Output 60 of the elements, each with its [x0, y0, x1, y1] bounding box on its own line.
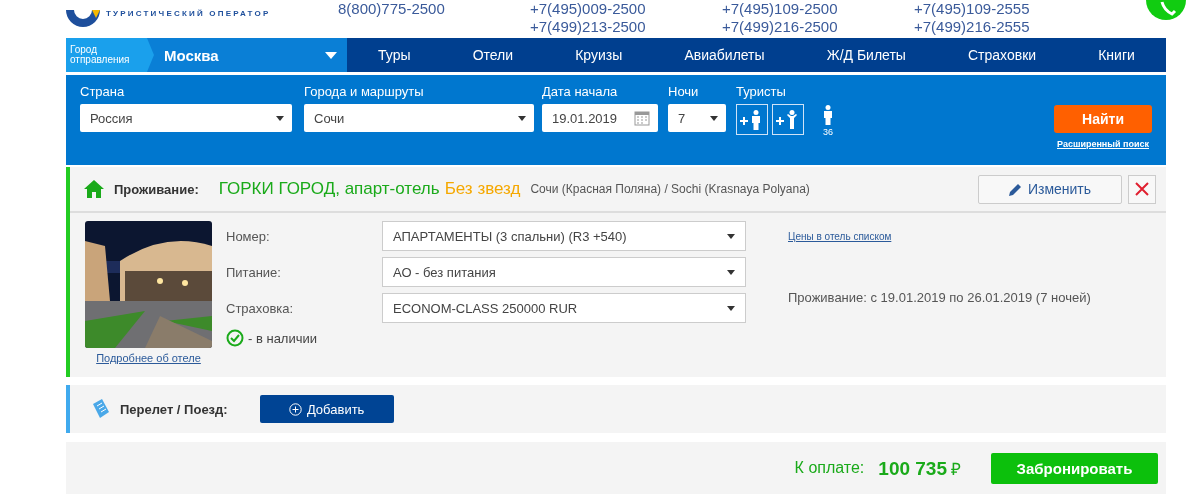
price-list-link[interactable]: Цены в отель списком: [788, 231, 1120, 242]
phone-number: +7(495)109-2500: [722, 0, 839, 18]
availability-text: - в наличии: [248, 330, 317, 346]
country-select[interactable]: Россия: [80, 104, 292, 132]
phone-number: +7(495)009-2500: [530, 0, 647, 18]
nav-tab[interactable]: Авиабилеты: [672, 38, 777, 72]
field-label: Номер:: [226, 228, 271, 244]
field-label: Дата начала: [542, 84, 619, 100]
nav-tab[interactable]: Страховки: [956, 38, 1049, 72]
option-select[interactable]: ECONOM-CLASS 250000 RUR: [382, 293, 746, 323]
city-select[interactable]: Сочи: [304, 104, 534, 132]
date-field[interactable]: 19.01.2019: [542, 104, 658, 132]
nights-select[interactable]: 7: [668, 104, 726, 132]
hotel-details-link[interactable]: Подробнее об отеле: [96, 352, 201, 364]
nav-tab[interactable]: Ж/Д Билеты: [814, 38, 918, 72]
nav-tab[interactable]: Круизы: [563, 38, 635, 72]
total-label: К оплате:: [794, 459, 865, 477]
phone-number: +7(499)213-2500: [530, 18, 647, 36]
hotel-name: ГОРКИ ГОРОД, апарт-отель: [218, 179, 440, 199]
hotel-category: Без звезд: [444, 179, 521, 199]
logo-tagline: ТУРИСТИЧЕСКИЙ ОПЕРАТОР: [106, 9, 271, 20]
hotel-location: Сочи (Красная Поляна) / Sochi (Krasnaya Polyana): [530, 182, 810, 196]
option-select[interactable]: АО - без питания: [382, 257, 746, 287]
check-circle-icon: [226, 329, 244, 347]
stay-dates: Проживание: с 19.01.2019 по 26.01.2019 (7 ночей): [788, 290, 1092, 305]
add-child-button[interactable]: [772, 104, 804, 135]
tourist-age: 36: [823, 127, 833, 137]
home-icon: [84, 180, 104, 198]
close-icon: [1135, 182, 1149, 196]
option-select[interactable]: АПАРТАМЕНТЫ (3 спальни) (R3 +540): [382, 221, 746, 251]
total-amount: 100 735: [878, 457, 947, 480]
field-label: Страна: [80, 84, 126, 100]
departure-city-select[interactable]: Москва: [154, 38, 347, 72]
phone-number: +7(499)216-2500: [722, 18, 839, 36]
phone-number: +7(495)109-2555: [914, 0, 1031, 18]
phone-number: +7(499)216-2555: [914, 18, 1031, 36]
nav-tab[interactable]: Отели: [460, 38, 526, 72]
add-adult-button[interactable]: [736, 104, 768, 135]
ticket-icon: [90, 398, 110, 420]
field-label: Ночи: [668, 84, 700, 100]
adult-tourist-icon[interactable]: [822, 103, 834, 127]
close-button[interactable]: [1128, 174, 1156, 204]
advanced-search-link[interactable]: Расширенный поиск: [1057, 139, 1149, 149]
add-button[interactable]: Добавить: [259, 395, 394, 423]
phone-number: 8(800)775-2500: [338, 0, 446, 18]
field-label: Питание:: [226, 264, 282, 280]
section-label: Проживание:: [114, 181, 199, 197]
nav-tab[interactable]: Туры: [366, 38, 423, 72]
nav-tab[interactable]: Книги: [1086, 38, 1147, 72]
plus-circle-icon: [288, 402, 302, 416]
pencil-icon: [1008, 182, 1022, 196]
edit-button[interactable]: Изменить: [978, 174, 1122, 204]
departure-label: Город отправления: [66, 38, 154, 72]
field-label: Страховка:: [226, 300, 295, 316]
currency-sign: ₽: [951, 458, 961, 480]
section-label: Перелет / Поезд:: [120, 401, 228, 417]
logo-icon: [66, 10, 100, 28]
field-label: Города и маршруты: [304, 84, 425, 100]
calendar-icon[interactable]: [634, 110, 650, 126]
field-label: Туристы: [736, 84, 787, 100]
